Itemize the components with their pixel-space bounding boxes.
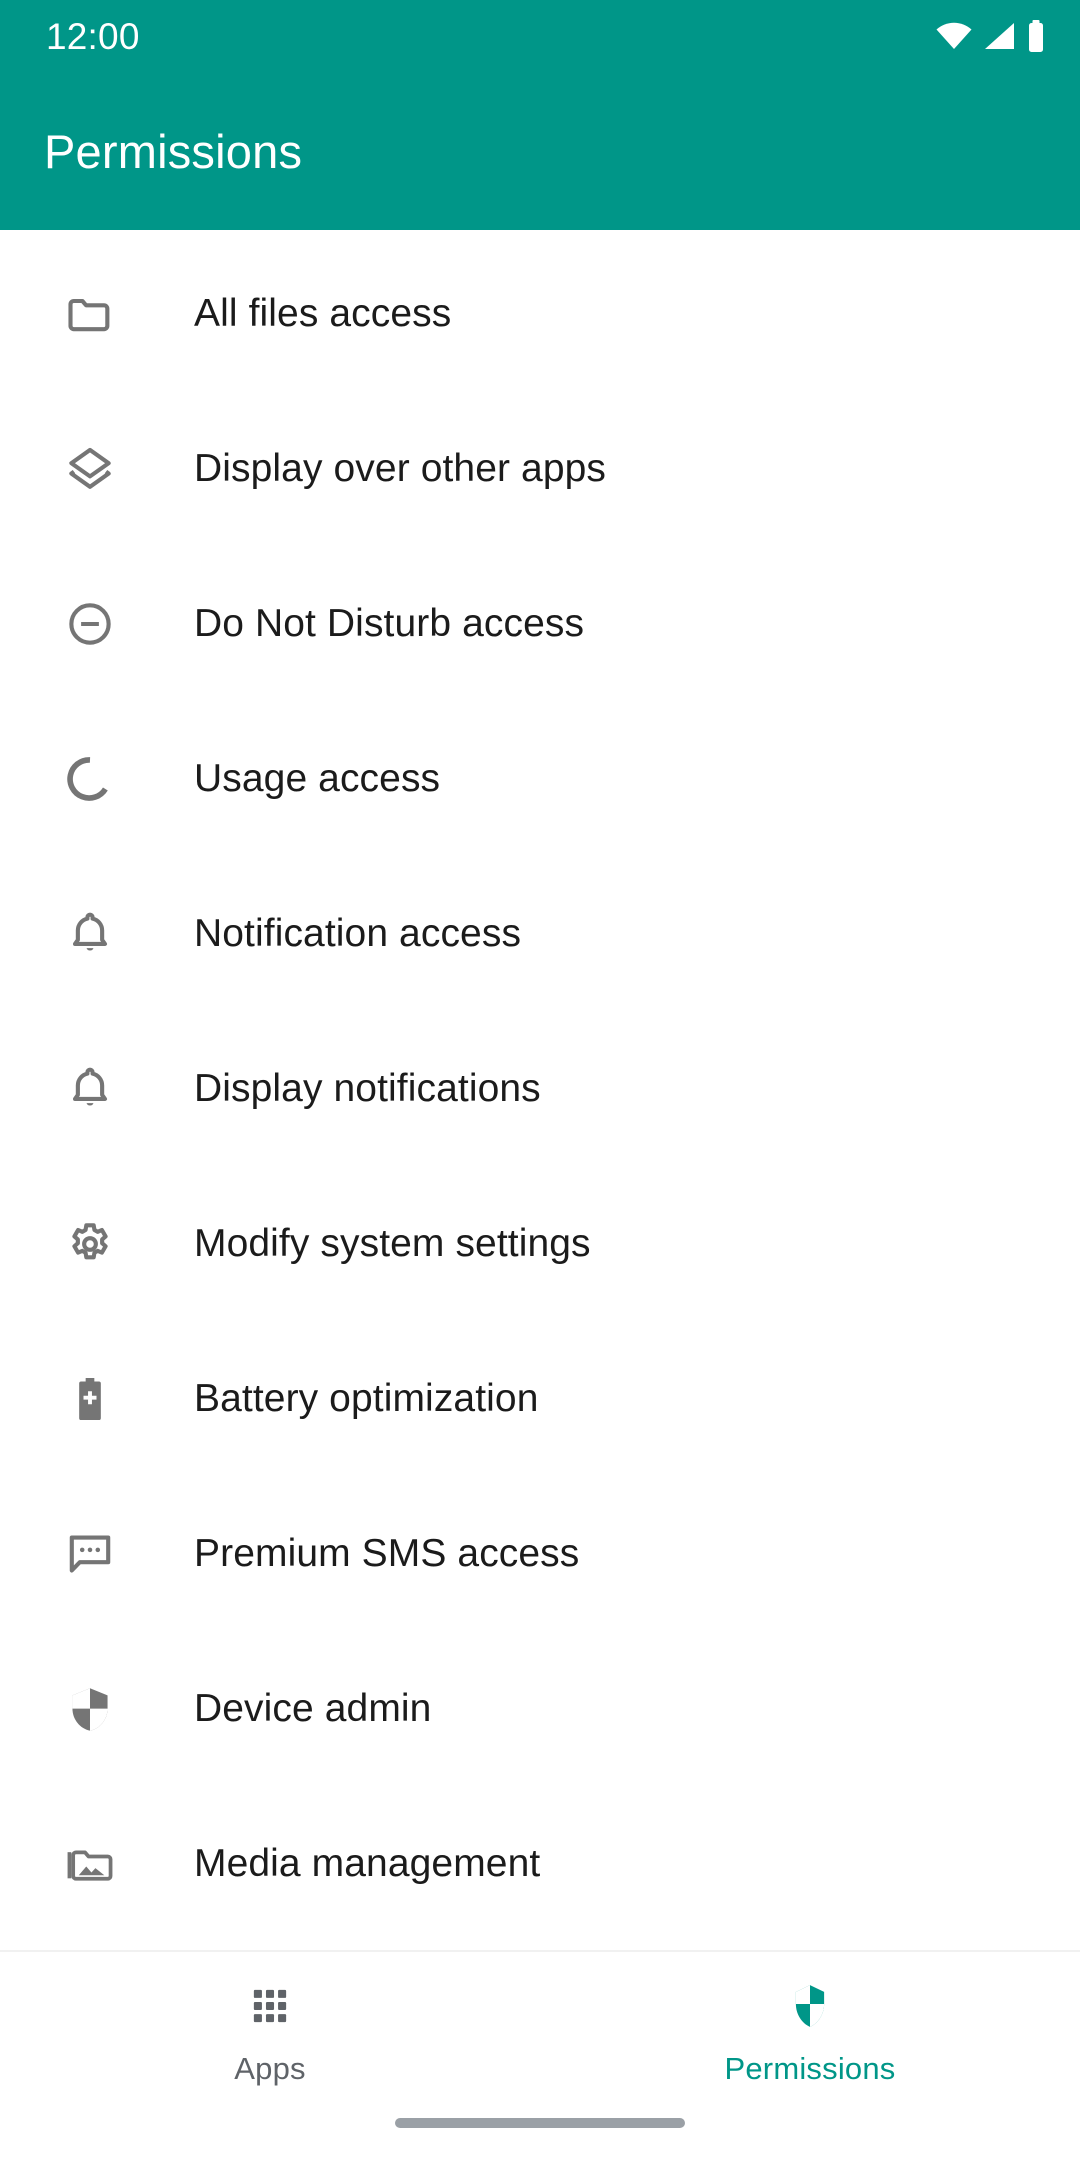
list-item-display-notifications[interactable]: Display notifications [0,1011,1080,1166]
status-bar-clock: 12:00 [46,15,140,57]
bell-icon [63,907,117,961]
nav-tab-label: Apps [234,2051,306,2086]
shield-icon [788,1977,832,2035]
folder-media-icon [63,1837,117,1891]
page-title: Permissions [44,124,303,178]
gear-icon [63,1217,117,1271]
list-item-label: Usage access [194,756,441,800]
nav-tab-permissions[interactable]: Permissions [540,1952,1080,2112]
list-item-label: All files access [194,291,452,335]
status-bar: 12:00 [0,0,1080,72]
permissions-list[interactable]: All files access Display over other apps… [0,230,1080,1950]
list-item-label: Device admin [194,1686,432,1730]
list-item-label: Do Not Disturb access [194,601,585,645]
apps-grid-icon [248,1977,292,2035]
list-item-label: Media management [194,1841,541,1885]
list-item-label: Display notifications [194,1066,541,1110]
bottom-navigation-bar: Apps Permissions [0,1952,1080,2112]
list-item-notification-access[interactable]: Notification access [0,856,1080,1011]
list-item-label: Display over other apps [194,446,607,490]
nav-tab-label: Permissions [724,2051,896,2086]
list-item-label: Notification access [194,911,522,955]
sms-bubble-icon [63,1527,117,1581]
folder-icon [63,287,117,341]
gesture-nav-area [0,2112,1080,2160]
do-not-disturb-icon [63,597,117,651]
list-item-media-management[interactable]: Media management [0,1786,1080,1941]
list-item-device-admin[interactable]: Device admin [0,1631,1080,1786]
status-bar-icons [936,20,1046,52]
layers-icon [63,442,117,496]
app-bar: Permissions [0,72,1080,230]
list-item-label: Premium SMS access [194,1531,580,1575]
list-item-usage-access[interactable]: Usage access [0,701,1080,856]
nav-tab-apps[interactable]: Apps [0,1952,540,2112]
list-item-label: Battery optimization [194,1376,539,1420]
list-item-all-files-access[interactable]: All files access [0,236,1080,391]
list-item-do-not-disturb-access[interactable]: Do Not Disturb access [0,546,1080,701]
list-item-modify-system-settings[interactable]: Modify system settings [0,1166,1080,1321]
app-header: 12:00 Permissions [0,0,1080,230]
bell-icon [63,1062,117,1116]
phone-screen: 12:00 Permissions All files access Displ… [0,0,1080,2160]
battery-icon [1026,20,1046,52]
list-item-premium-sms-access[interactable]: Premium SMS access [0,1476,1080,1631]
wifi-icon [936,22,972,50]
list-item-label: Modify system settings [194,1221,591,1265]
shield-icon [63,1682,117,1736]
gesture-home-bar[interactable] [395,2118,685,2128]
list-item-display-over-other-apps[interactable]: Display over other apps [0,391,1080,546]
donut-usage-icon [63,752,117,806]
list-item-battery-optimization[interactable]: Battery optimization [0,1321,1080,1476]
cellular-signal-icon [983,22,1015,50]
battery-plus-icon [63,1372,117,1426]
